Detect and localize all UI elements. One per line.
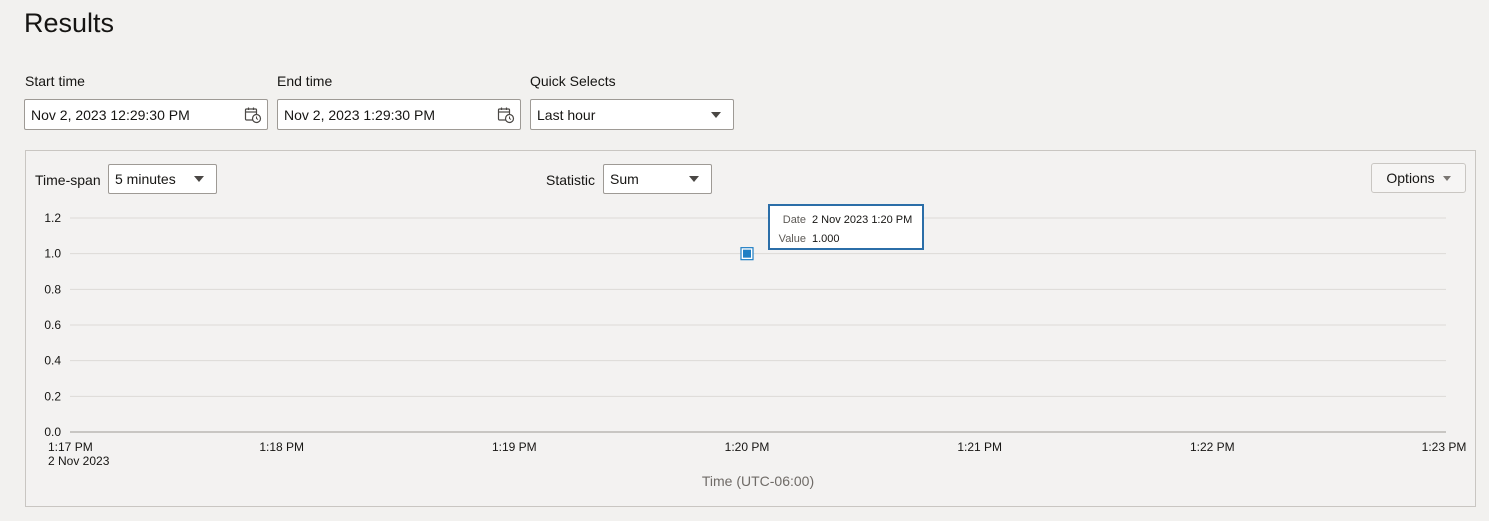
x-tick-label: 1:21 PM <box>957 440 1002 454</box>
tooltip-date-value: 2 Nov 2023 1:20 PM <box>812 214 913 226</box>
tooltip-date-key: Date <box>782 214 806 226</box>
tooltip-value-value: 1.000 <box>812 233 840 245</box>
data-point[interactable] <box>743 249 751 258</box>
y-tick-label: 0.8 <box>44 282 61 296</box>
metrics-chart: 0.0 0.2 0.4 0.6 0.8 1.0 1.2 1:17 PM2 Nov 2023 1:… <box>44 211 1467 489</box>
y-tick-label: 0.0 <box>44 425 61 439</box>
x-axis-title: Time (UTC-06:00) <box>702 473 814 489</box>
y-tick-label: 0.4 <box>44 354 61 368</box>
x-tick-label: 1:22 PM <box>1190 440 1235 454</box>
chart-tooltip: Date 2 Nov 2023 1:20 PM Value 1.000 <box>768 204 924 250</box>
y-tick-label: 0.2 <box>44 389 61 403</box>
x-tick-sublabel: 2 Nov 2023 <box>48 454 110 468</box>
y-tick-label: 0.6 <box>44 318 61 332</box>
y-tick-label: 1.2 <box>44 211 61 225</box>
x-tick-label: 1:23 PM <box>1422 440 1467 454</box>
x-tick-label: 1:17 PM <box>48 440 93 454</box>
x-tick-label: 1:19 PM <box>492 440 537 454</box>
tooltip-value-key: Value <box>778 233 806 245</box>
x-tick-label: 1:20 PM <box>725 440 770 454</box>
y-tick-label: 1.0 <box>44 247 61 261</box>
x-tick-label: 1:18 PM <box>259 440 304 454</box>
